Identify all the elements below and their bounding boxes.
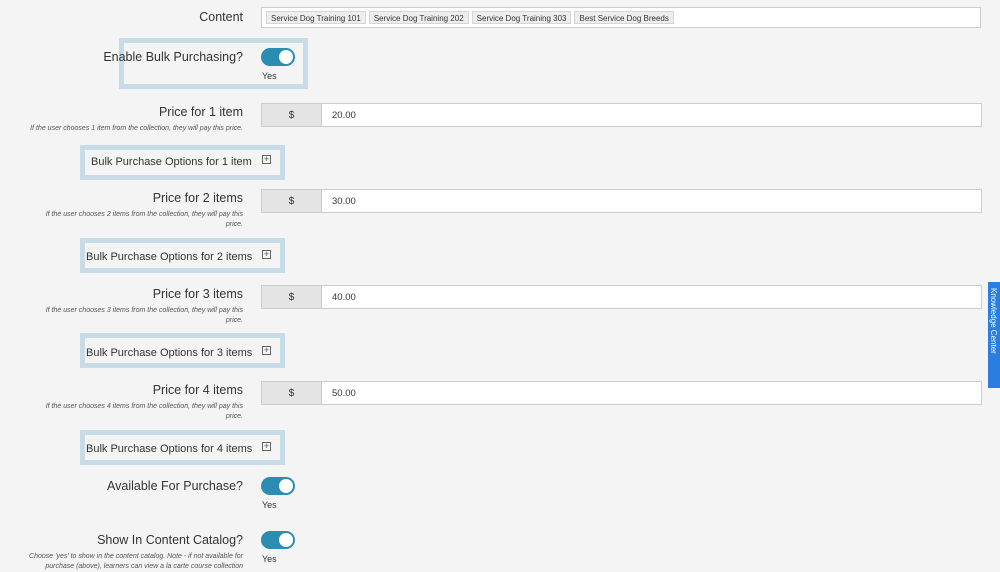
price-1-label: Price for 1 item [158, 105, 243, 119]
currency-addon: $ [261, 285, 322, 309]
price-2-label: Price for 2 items [152, 191, 243, 205]
catalog-toggle[interactable] [261, 531, 295, 549]
price-1-help: If the user chooses 1 item from the coll… [30, 125, 243, 132]
bulk-purchasing-label: Enable Bulk Purchasing? [103, 50, 243, 64]
price-3-help: If the user chooses 3 items from the col… [45, 307, 243, 325]
currency-addon: $ [261, 189, 322, 213]
expand-icon[interactable]: + [262, 250, 271, 259]
content-chip[interactable]: Service Dog Training 303 [471, 11, 572, 24]
catalog-value: Yes [262, 554, 277, 564]
content-selector[interactable]: Service Dog Training 101 Service Dog Tra… [261, 7, 981, 28]
content-chip[interactable]: Best Service Dog Breeds [574, 11, 674, 24]
available-label: Available For Purchase? [107, 479, 243, 493]
price-1-input[interactable]: 20.00 [322, 103, 982, 127]
knowledge-center-tab[interactable]: Knowledge Center [988, 282, 1000, 388]
price-4-label: Price for 4 items [152, 383, 243, 397]
price-4-help: If the user chooses 4 items from the col… [45, 403, 243, 421]
catalog-label: Show In Content Catalog? [97, 533, 243, 547]
catalog-help: Choose 'yes' to show in the content cata… [29, 553, 243, 571]
expand-icon[interactable]: + [262, 442, 271, 451]
currency-addon: $ [261, 103, 322, 127]
bulk-purchasing-value: Yes [262, 71, 277, 81]
bulk-options-3-label: Bulk Purchase Options for 3 items [86, 347, 253, 359]
price-3-input[interactable]: 40.00 [322, 285, 982, 309]
currency-addon: $ [261, 381, 322, 405]
bulk-purchasing-toggle[interactable] [261, 48, 295, 66]
content-chip[interactable]: Service Dog Training 101 [266, 11, 366, 24]
price-3-label: Price for 3 items [152, 287, 243, 301]
price-2-help: If the user chooses 2 items from the col… [45, 211, 243, 229]
bulk-options-1-label: Bulk Purchase Options for 1 item [91, 156, 252, 168]
content-chip[interactable]: Service Dog Training 202 [368, 11, 469, 24]
expand-icon[interactable]: + [262, 155, 271, 164]
bulk-options-4-label: Bulk Purchase Options for 4 items [86, 443, 253, 455]
price-2-input[interactable]: 30.00 [322, 189, 982, 213]
expand-icon[interactable]: + [262, 346, 271, 355]
available-toggle[interactable] [261, 477, 295, 495]
content-label: Content [199, 10, 243, 24]
available-value: Yes [262, 500, 277, 510]
bulk-options-2-label: Bulk Purchase Options for 2 items [86, 251, 253, 263]
price-4-input[interactable]: 50.00 [322, 381, 982, 405]
knowledge-center-label: Knowledge Center [989, 288, 998, 354]
